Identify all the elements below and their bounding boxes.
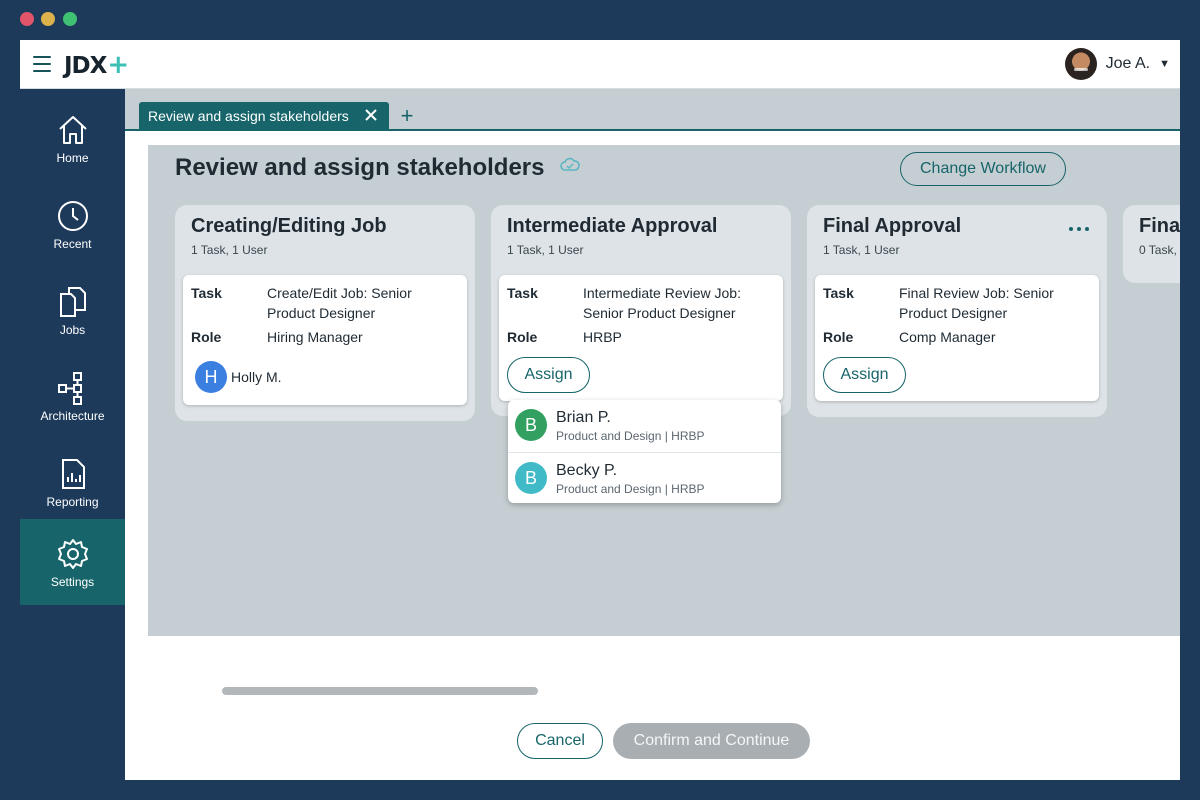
window-close-dot[interactable]: [20, 12, 34, 26]
role-value: HRBP: [583, 329, 622, 345]
report-icon: [61, 459, 85, 489]
documents-icon: [59, 287, 86, 317]
user-avatar: [1064, 48, 1097, 80]
task-key: Task: [507, 285, 538, 301]
sidebar-item-reporting[interactable]: Reporting: [20, 439, 125, 525]
confirm-continue-button[interactable]: Confirm and Continue: [613, 723, 810, 759]
window-minimize-dot[interactable]: [41, 12, 55, 26]
assign-button[interactable]: Assign: [823, 357, 906, 393]
workflow-column: Intermediate Approval 1 Task, 1 User Tas…: [491, 205, 791, 416]
workflow-column: Creating/Editing Job 1 Task, 1 User Task…: [175, 205, 475, 421]
role-key: Role: [507, 329, 538, 345]
workflow-column: Final Approval 1 Task, 1 User Task Final…: [807, 205, 1107, 417]
role-key: Role: [191, 329, 222, 345]
column-title: Creating/Editing Job: [191, 215, 387, 237]
change-workflow-button[interactable]: Change Workflow: [900, 152, 1066, 186]
top-bar: JDX+ Joe A. ▼: [20, 40, 1180, 89]
cloud-saved-icon: [560, 157, 580, 171]
column-title: Final Approval: [823, 215, 962, 237]
workflow-column: Fina 0 Task,: [1123, 205, 1180, 283]
page-title: Review and assign stakeholders: [175, 154, 545, 181]
role-value: Hiring Manager: [267, 329, 363, 345]
gear-icon: [57, 539, 88, 569]
column-title: Intermediate Approval: [507, 215, 718, 237]
main-content: Review and assign stakeholders + Review …: [125, 89, 1180, 780]
horizontal-scrollbar[interactable]: [222, 687, 538, 695]
sidebar-item-label: Jobs: [59, 323, 86, 337]
column-title: Fina: [1139, 215, 1180, 237]
avatar: B: [515, 462, 547, 494]
sidebar-item-label: Settings: [50, 575, 95, 589]
tab-strip: Review and assign stakeholders +: [125, 89, 1180, 131]
menu-icon[interactable]: [33, 56, 51, 72]
assignee[interactable]: H Holly M.: [195, 361, 282, 393]
user-name: Joe A.: [1105, 55, 1151, 72]
more-options-icon[interactable]: [1069, 225, 1089, 233]
column-subtitle: 1 Task, 1 User: [507, 243, 584, 257]
avatar: B: [515, 409, 547, 441]
assign-button[interactable]: Assign: [507, 357, 590, 393]
sidebar-item-label: Recent: [53, 237, 92, 251]
sidebar-item-home[interactable]: Home: [20, 95, 125, 181]
role-key: Role: [823, 329, 854, 345]
role-value: Comp Manager: [899, 329, 996, 345]
option-meta: Product and Design | HRBP: [556, 429, 705, 443]
user-menu[interactable]: Joe A. ▼: [1064, 48, 1170, 80]
assignee-name: Holly M.: [231, 369, 282, 385]
sidebar-item-architecture[interactable]: Architecture: [20, 353, 125, 439]
cancel-button[interactable]: Cancel: [517, 723, 603, 759]
avatar: H: [195, 361, 227, 393]
hierarchy-icon: [57, 372, 82, 405]
add-tab-icon[interactable]: +: [398, 102, 416, 129]
option-name: Brian P.: [556, 409, 611, 426]
tab-label: Review and assign stakeholders: [148, 107, 349, 124]
sidebar-item-recent[interactable]: Recent: [20, 181, 125, 267]
task-card: Task Final Review Job: Senior Product De…: [815, 275, 1099, 401]
column-subtitle: 0 Task,: [1139, 243, 1177, 257]
app-logo[interactable]: JDX+: [64, 50, 129, 80]
close-icon[interactable]: [363, 107, 379, 123]
sidebar-item-label: Reporting: [46, 495, 99, 509]
sidebar-item-jobs[interactable]: Jobs: [20, 267, 125, 353]
task-value: Create/Edit Job: Senior Product Designer: [267, 285, 412, 321]
tab-review-stakeholders[interactable]: Review and assign stakeholders: [139, 102, 389, 129]
window-maximize-dot[interactable]: [63, 12, 77, 26]
task-key: Task: [823, 285, 854, 301]
sidebar-item-label: Architecture: [40, 409, 105, 423]
sidebar: Home Recent Jobs Architecture Reporting …: [20, 89, 125, 780]
assign-dropdown: B Brian P. Product and Design | HRBP B B…: [508, 400, 781, 503]
sidebar-item-settings[interactable]: Settings: [20, 519, 125, 605]
task-key: Task: [191, 285, 222, 301]
option-meta: Product and Design | HRBP: [556, 482, 705, 496]
clock-icon: [57, 201, 88, 231]
task-card: Task Intermediate Review Job: Senior Pro…: [499, 275, 783, 401]
column-subtitle: 1 Task, 1 User: [823, 243, 900, 257]
dropdown-option[interactable]: B Brian P. Product and Design | HRBP: [508, 400, 781, 451]
column-subtitle: 1 Task, 1 User: [191, 243, 268, 257]
task-value: Final Review Job: Senior Product Designe…: [899, 285, 1054, 321]
task-card: Task Create/Edit Job: Senior Product Des…: [183, 275, 467, 405]
option-name: Becky P.: [556, 462, 618, 479]
home-icon: [58, 116, 87, 144]
task-value: Intermediate Review Job: Senior Product …: [583, 285, 741, 321]
dropdown-option[interactable]: B Becky P. Product and Design | HRBP: [508, 452, 781, 503]
workflow-board: Review and assign stakeholders Change Wo…: [148, 145, 1180, 636]
chevron-down-icon: ▼: [1159, 58, 1170, 70]
sidebar-item-label: Home: [56, 151, 89, 165]
